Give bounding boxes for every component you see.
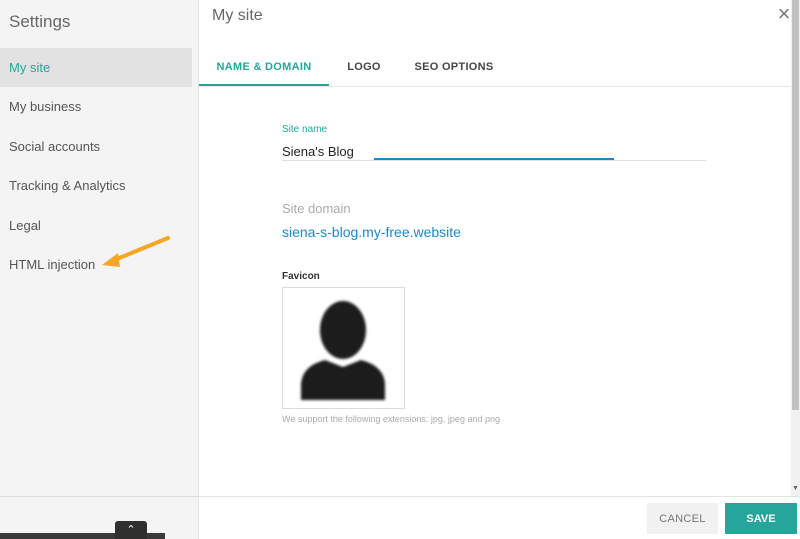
- favicon-upload[interactable]: [282, 287, 405, 409]
- site-name-label: Site name: [282, 124, 328, 135]
- annotation-arrow-icon: [102, 236, 170, 267]
- avatar-placeholder-icon: [301, 301, 385, 400]
- favicon-help-text: We support the following extensions: jpg…: [282, 414, 500, 424]
- cancel-button[interactable]: CANCEL: [647, 503, 718, 534]
- expand-button[interactable]: ⌃: [115, 521, 147, 539]
- sidebar-item-my-site[interactable]: My site: [0, 48, 192, 88]
- site-domain-label: Site domain: [282, 201, 351, 216]
- scrollbar-thumb[interactable]: [792, 0, 799, 410]
- tab-name-domain[interactable]: NAME & DOMAIN: [199, 48, 329, 87]
- tab-seo-options[interactable]: SEO OPTIONS: [399, 48, 509, 87]
- sidebar-item-tracking-analytics[interactable]: Tracking & Analytics: [0, 166, 192, 205]
- chevron-up-icon: ⌃: [126, 524, 136, 536]
- sidebar-item-social-accounts[interactable]: Social accounts: [0, 127, 192, 166]
- close-icon: ×: [777, 1, 791, 26]
- input-focus-line: [374, 158, 614, 160]
- scroll-down-icon[interactable]: ▼: [791, 484, 800, 494]
- sidebar-item-my-business[interactable]: My business: [0, 87, 192, 126]
- active-tab-indicator: [199, 84, 329, 86]
- dialog-title: My site: [212, 7, 263, 24]
- save-button[interactable]: SAVE: [725, 503, 797, 534]
- tab-logo[interactable]: LOGO: [329, 48, 399, 87]
- site-domain-link[interactable]: siena-s-blog.my-free.website: [282, 224, 461, 240]
- settings-sidebar: Settings My site My business Social acco…: [0, 0, 199, 539]
- sidebar-title: Settings: [9, 12, 71, 31]
- favicon-label: Favicon: [282, 271, 320, 282]
- tab-bar: NAME & DOMAIN LOGO SEO OPTIONS: [199, 48, 791, 87]
